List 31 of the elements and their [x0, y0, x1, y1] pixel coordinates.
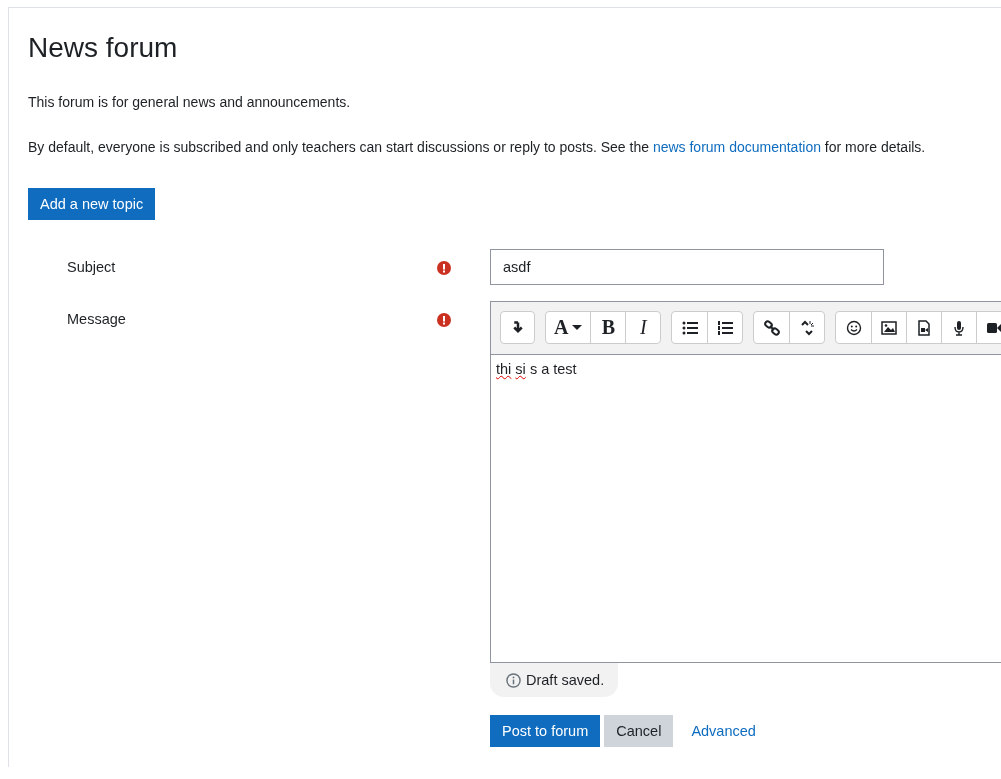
collapse-icon	[512, 321, 523, 334]
field-label: Subject	[67, 258, 117, 277]
font-button[interactable]: A	[546, 312, 591, 343]
required-icon	[437, 313, 451, 327]
message-text: thi si s a test	[496, 361, 577, 377]
advanced-link[interactable]: Advanced	[691, 723, 756, 739]
image-icon	[881, 319, 898, 336]
broken-link-icon	[799, 319, 816, 336]
draft-status: Draft saved.	[490, 663, 619, 697]
subject-field[interactable]: asdf	[490, 249, 884, 285]
bullet-list-icon	[681, 319, 698, 336]
media-file-icon	[916, 319, 933, 336]
caret-icon	[572, 325, 583, 330]
forum-note: By default, everyone is subscribed and only teachers can start discussions or reply to posts. See the news forum documentation for more details.	[28, 138, 927, 157]
message-editor[interactable]: A B I thi si s a test	[490, 301, 1001, 663]
add-topic-button[interactable]: Add a new topic	[28, 188, 156, 220]
required-icon	[437, 261, 451, 275]
italic-button[interactable]: I	[625, 312, 661, 343]
video-camera-button[interactable]	[976, 312, 1001, 343]
link-icon	[763, 319, 780, 336]
field-label: Message	[67, 310, 127, 329]
bold-button[interactable]: B	[590, 312, 626, 343]
info-icon	[506, 672, 521, 688]
smiley-icon	[845, 319, 862, 336]
collapse-button[interactable]	[500, 311, 535, 344]
documentation-link[interactable]: news forum documentation	[652, 139, 821, 155]
numbered-list-icon	[717, 319, 734, 336]
cancel-button[interactable]: Cancel	[604, 715, 674, 747]
forum-description: This forum is for general news and announcements.	[28, 93, 352, 112]
post-button[interactable]: Post to forum	[490, 715, 601, 747]
page-title: News forum	[28, 32, 179, 64]
